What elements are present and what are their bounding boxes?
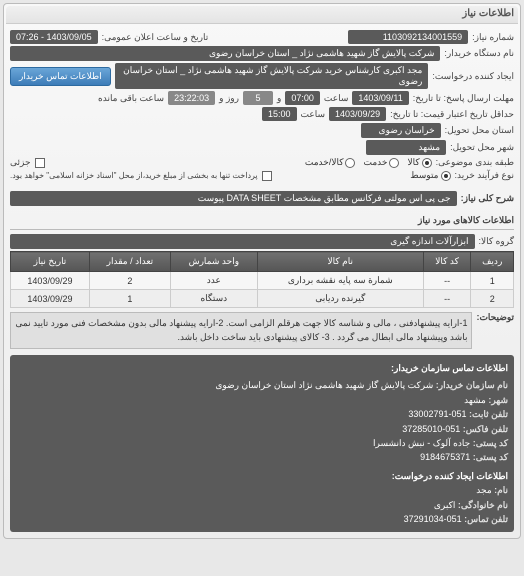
goods-section-title: اطلاعات کالاهای مورد نیاز bbox=[10, 212, 514, 230]
notes-label: توضیحات: bbox=[476, 312, 514, 323]
radio-service[interactable]: خدمت bbox=[363, 157, 399, 168]
panel-title: اطلاعات نیاز bbox=[6, 6, 518, 24]
city-value: مشهد bbox=[366, 140, 446, 155]
deadline-label: مهلت ارسال پاسخ: تا تاریخ: bbox=[413, 93, 514, 104]
th-unit: واحد شمارش bbox=[170, 252, 257, 272]
th-date: تاریخ نیاز bbox=[11, 252, 90, 272]
th-row: ردیف bbox=[471, 252, 514, 272]
buyer-org-value: شرکت پالایش گاز شهید هاشمی نژاد _ استان … bbox=[10, 46, 440, 61]
process-note: پرداخت تنها به بخشی از مبلغ خرید،از محل … bbox=[10, 171, 258, 180]
category-radio-group: کالا خدمت کالا/خدمت bbox=[305, 157, 432, 168]
category-label: طبقه بندی موضوعی: bbox=[436, 157, 514, 168]
radio-process-mid[interactable]: متوسط bbox=[410, 170, 450, 181]
table-row: 2 -- گیرنده ردیابی دستگاه 1 1403/09/29 bbox=[11, 290, 514, 308]
deadline-time: 07:00 bbox=[285, 91, 320, 105]
radio-dot-icon bbox=[441, 171, 451, 181]
deadline-date: 1403/09/11 bbox=[352, 91, 408, 105]
city-label: شهر محل تحویل: bbox=[450, 142, 514, 153]
time-label-2: ساعت bbox=[301, 109, 326, 120]
contact-title: اطلاعات تماس سازمان خریدار: bbox=[16, 361, 508, 375]
remain-label: ساعت باقی مانده bbox=[98, 93, 164, 104]
th-code: کد کالا bbox=[423, 252, 471, 272]
radio-dot-icon bbox=[422, 158, 432, 168]
days-remaining: 5 bbox=[243, 91, 273, 105]
time-remaining: 23:22:03 bbox=[168, 91, 215, 105]
group-value: ابزارآلات اندازه گیری bbox=[10, 234, 475, 249]
province-label: استان محل تحویل: bbox=[445, 125, 514, 136]
need-number-value: 1103092134001559 bbox=[348, 30, 468, 44]
creator-title: اطلاعات ایجاد کننده درخواست: bbox=[16, 469, 508, 483]
buyer-org-label: نام دستگاه خریدار: bbox=[444, 48, 514, 59]
partial-checkbox[interactable] bbox=[35, 158, 45, 168]
announce-value: 1403/09/05 - 07:26 bbox=[10, 30, 98, 44]
desc-label: شرح کلی نیاز: bbox=[461, 193, 514, 204]
announce-label: تاریخ و ساعت اعلان عمومی: bbox=[102, 32, 209, 43]
desc-value: جی پی اس مولتی فرکانس مطابق مشخصات DATA … bbox=[10, 191, 457, 206]
contact-block: اطلاعات تماس سازمان خریدار: نام سازمان خ… bbox=[10, 355, 514, 532]
and-label: و bbox=[277, 93, 281, 104]
radio-both[interactable]: کالا/خدمت bbox=[305, 157, 356, 168]
requester-value: مجد اکبری کارشناس خرید شرکت پالایش گاز ش… bbox=[115, 63, 429, 89]
group-label: گروه کالا: bbox=[479, 236, 514, 247]
buyer-contact-button[interactable]: اطلاعات تماس خریدار bbox=[10, 67, 111, 86]
radio-dot-icon bbox=[345, 158, 355, 168]
need-number-label: شماره نیاز: bbox=[472, 32, 514, 43]
province-value: خراسان رضوی bbox=[361, 123, 441, 138]
valid-time: 15:00 bbox=[262, 107, 297, 121]
treasury-checkbox[interactable] bbox=[262, 171, 272, 181]
radio-goods[interactable]: کالا bbox=[407, 157, 431, 168]
radio-dot-icon bbox=[389, 158, 399, 168]
valid-date: 1403/09/29 bbox=[329, 107, 386, 121]
notes-value: 1-ارایه پیشنهادفنی ، مالی و شناسه کالا ج… bbox=[10, 312, 472, 349]
partial-label: جزئی bbox=[10, 157, 31, 168]
goods-table: ردیف کد کالا نام کالا واحد شمارش تعداد /… bbox=[10, 251, 514, 308]
valid-label: حداقل تاریخ اعتبار قیمت: تا تاریخ: bbox=[390, 109, 514, 120]
table-row: 1 -- شمارة سه پایه نقشه برداری عدد 2 140… bbox=[11, 272, 514, 290]
th-name: نام کالا bbox=[257, 252, 423, 272]
th-qty: تعداد / مقدار bbox=[89, 252, 170, 272]
time-label-1: ساعت bbox=[324, 93, 349, 104]
requester-label: ایجاد کننده درخواست: bbox=[432, 71, 514, 82]
process-label: نوع فرآیند خرید: bbox=[455, 170, 515, 181]
need-info-panel: اطلاعات نیاز شماره نیاز: 110309213400155… bbox=[3, 3, 521, 539]
day-label: روز و bbox=[219, 93, 239, 104]
